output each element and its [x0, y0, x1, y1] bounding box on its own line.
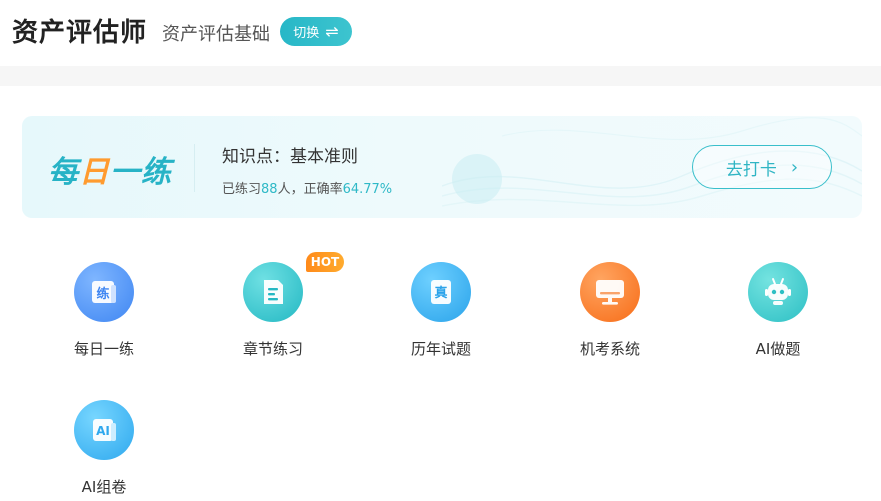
svg-text:练: 练	[96, 286, 109, 302]
vertical-divider	[194, 144, 195, 192]
stats-mid: 人，正确率	[277, 182, 343, 197]
grid-item-past-exams[interactable]: 真 历年试题	[381, 262, 501, 372]
grid-item-chapter-practice[interactable]: 章节练习	[213, 262, 333, 372]
grid-item-label: AI组卷	[81, 478, 127, 496]
section-divider	[0, 66, 881, 86]
grid-item-computer-exam[interactable]: 机考系统	[550, 262, 670, 372]
bubble-decoration	[452, 154, 502, 204]
header: 资产评估师 资产评估基础 切换 ⇌	[0, 0, 881, 66]
logo-text-1: 每	[48, 155, 79, 190]
knowledge-value: 基本准则	[290, 147, 358, 167]
svg-text:真: 真	[434, 285, 447, 301]
grid-item-ai-practice[interactable]: AI做题	[718, 262, 838, 372]
daily-practice-logo: 每日一练	[48, 147, 172, 191]
stats-prefix: 已练习	[222, 182, 262, 197]
knowledge-label: 知识点：	[222, 147, 290, 167]
exam-paper-icon: 真	[411, 262, 471, 322]
grid-item-label: AI做题	[755, 340, 801, 358]
switch-icon: ⇌	[325, 21, 339, 41]
document-icon	[243, 262, 303, 322]
grid-item-label: 机考系统	[579, 340, 640, 358]
hot-badge: HOT	[306, 252, 344, 272]
ai-paper-icon: AI	[74, 400, 134, 460]
page-title: 资产评估师	[12, 18, 148, 48]
check-in-button[interactable]: 去打卡 ›	[692, 145, 832, 189]
practice-count: 88	[261, 182, 278, 197]
subject-name: 资产评估基础	[162, 24, 270, 45]
svg-text:AI: AI	[96, 424, 110, 438]
logo-text-2: 日	[79, 155, 110, 190]
practice-stats: 已练习88人，正确率64.77%	[222, 178, 392, 197]
chevron-right-icon: ›	[790, 156, 799, 178]
accuracy-rate: 64.77%	[342, 182, 393, 197]
daily-practice-card[interactable]: 每日一练 知识点：基本准则 已练习88人，正确率64.77% 去打卡 ›	[22, 116, 862, 218]
computer-icon	[580, 262, 640, 322]
grid-item-daily-practice[interactable]: 练 每日一练	[44, 262, 164, 372]
grid-item-ai-paper[interactable]: AI AI组卷	[44, 400, 164, 501]
check-in-label: 去打卡	[725, 159, 777, 180]
robot-icon	[748, 262, 808, 322]
practice-icon: 练	[74, 262, 134, 322]
switch-button[interactable]: 切换 ⇌	[280, 17, 352, 46]
logo-text-3: 一练	[110, 155, 172, 190]
grid-item-label: 章节练习	[242, 340, 303, 358]
grid-item-label: 历年试题	[410, 340, 471, 358]
switch-label: 切换	[293, 26, 320, 41]
grid-item-label: 每日一练	[73, 340, 134, 358]
knowledge-point: 知识点：基本准则	[222, 142, 358, 167]
